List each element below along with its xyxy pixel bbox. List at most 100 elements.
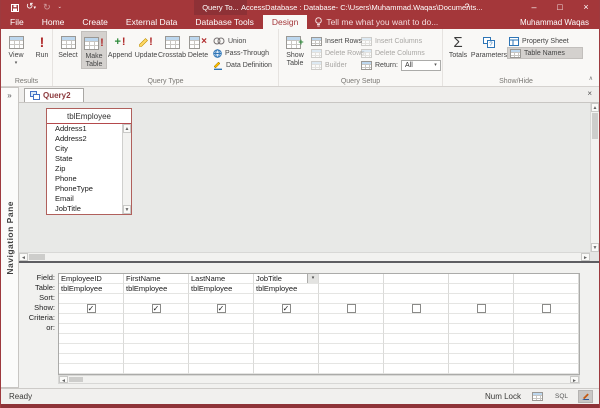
table-cell[interactable]: [319, 284, 384, 294]
scroll-down-icon[interactable]: ▼: [591, 243, 599, 252]
show-cell[interactable]: [514, 304, 579, 314]
maximize-button[interactable]: □: [547, 0, 573, 15]
empty-cell[interactable]: [384, 334, 449, 344]
account-name[interactable]: Muhammad Waqas: [520, 15, 599, 29]
tab-file[interactable]: File: [1, 15, 33, 29]
empty-cell[interactable]: [59, 354, 124, 364]
criteria-cell[interactable]: [189, 314, 254, 324]
empty-cell[interactable]: [59, 344, 124, 354]
show-checkbox[interactable]: [477, 304, 486, 313]
empty-cell[interactable]: [124, 364, 189, 374]
field-item[interactable]: Address1: [47, 124, 122, 134]
scroll-down-icon[interactable]: ▼: [123, 205, 131, 214]
empty-cell[interactable]: [124, 344, 189, 354]
field-cell-active[interactable]: JobTitle▾: [254, 274, 319, 284]
or-cell[interactable]: [59, 324, 124, 334]
run-button[interactable]: ! Run: [29, 31, 55, 60]
field-list-scrollbar[interactable]: ▲ ▼: [122, 124, 131, 214]
sql-view-button[interactable]: SQL: [554, 390, 569, 403]
empty-cell[interactable]: [254, 364, 319, 374]
or-cell[interactable]: [384, 324, 449, 334]
empty-cell[interactable]: [514, 334, 579, 344]
customize-qat-icon[interactable]: ⌄: [58, 3, 62, 12]
sort-cell[interactable]: [384, 294, 449, 304]
design-view-button[interactable]: [578, 390, 593, 403]
scroll-right-icon[interactable]: ►: [581, 253, 590, 261]
field-item[interactable]: PhoneType: [47, 184, 122, 194]
show-checkbox[interactable]: ✓: [152, 304, 161, 313]
contextual-tab-querytools[interactable]: Query To...: [194, 0, 247, 15]
empty-cell[interactable]: [254, 344, 319, 354]
crosstab-button[interactable]: Crosstab: [159, 31, 185, 60]
close-button[interactable]: ×: [573, 0, 599, 15]
field-item[interactable]: Zip: [47, 164, 122, 174]
table-cell[interactable]: tblEmployee: [124, 284, 189, 294]
view-button[interactable]: View ▾: [3, 31, 29, 66]
table-cell[interactable]: [384, 284, 449, 294]
scroll-up-icon[interactable]: ▲: [591, 103, 599, 112]
empty-cell[interactable]: [384, 364, 449, 374]
empty-cell[interactable]: [384, 354, 449, 364]
empty-cell[interactable]: [254, 334, 319, 344]
criteria-cell[interactable]: [514, 314, 579, 324]
show-cell[interactable]: ✓: [59, 304, 124, 314]
close-document-icon[interactable]: ×: [587, 89, 592, 98]
sort-cell[interactable]: [319, 294, 384, 304]
empty-cell[interactable]: [254, 354, 319, 364]
empty-cell[interactable]: [189, 354, 254, 364]
help-button[interactable]: ?: [457, 0, 477, 15]
field-cell[interactable]: FirstName: [124, 274, 189, 284]
show-checkbox[interactable]: ✓: [87, 304, 96, 313]
tab-home[interactable]: Home: [33, 15, 74, 29]
upper-pane-vertical-scrollbar[interactable]: ▲ ▼: [590, 103, 599, 252]
property-sheet-button[interactable]: Property Sheet: [507, 35, 583, 47]
minimize-button[interactable]: –: [521, 0, 547, 15]
or-cell[interactable]: [254, 324, 319, 334]
empty-cell[interactable]: [189, 364, 254, 374]
field-cell[interactable]: [319, 274, 384, 284]
undo-icon[interactable]: ↺▾: [26, 2, 36, 13]
show-checkbox[interactable]: [542, 304, 551, 313]
field-item[interactable]: State: [47, 154, 122, 164]
scroll-left-icon[interactable]: ◄: [19, 253, 28, 261]
show-checkbox[interactable]: ✓: [282, 304, 291, 313]
tab-database-tools[interactable]: Database Tools: [186, 15, 262, 29]
show-cell[interactable]: ✓: [124, 304, 189, 314]
table-card-title[interactable]: tblEmployee: [47, 109, 131, 124]
show-cell[interactable]: [449, 304, 514, 314]
empty-cell[interactable]: [124, 334, 189, 344]
empty-cell[interactable]: [319, 334, 384, 344]
totals-button[interactable]: Σ Totals: [445, 31, 471, 60]
scroll-right-icon[interactable]: ►: [570, 376, 579, 383]
table-names-button[interactable]: Table Names: [507, 47, 583, 59]
append-button[interactable]: +! Append: [107, 31, 133, 60]
empty-cell[interactable]: [59, 364, 124, 374]
return-dropdown[interactable]: All ▾: [401, 60, 441, 71]
or-cell[interactable]: [319, 324, 384, 334]
make-table-button[interactable]: ! Make Table: [81, 31, 107, 69]
empty-cell[interactable]: [124, 354, 189, 364]
field-cell[interactable]: EmployeeID: [59, 274, 124, 284]
field-cell[interactable]: [384, 274, 449, 284]
sort-cell[interactable]: [59, 294, 124, 304]
data-definition-button[interactable]: Data Definition: [211, 59, 277, 71]
field-item[interactable]: JobTitle: [47, 204, 122, 214]
sort-cell[interactable]: [124, 294, 189, 304]
empty-cell[interactable]: [59, 334, 124, 344]
scrollbar-thumb[interactable]: [69, 377, 83, 382]
table-card-tblemployee[interactable]: tblEmployee Address1 Address2 City State…: [46, 108, 132, 215]
field-cell[interactable]: [449, 274, 514, 284]
criteria-cell[interactable]: [319, 314, 384, 324]
table-cell[interactable]: [514, 284, 579, 294]
field-cell[interactable]: [514, 274, 579, 284]
tab-create[interactable]: Create: [73, 15, 117, 29]
show-checkbox[interactable]: ✓: [217, 304, 226, 313]
scroll-left-icon[interactable]: ◄: [59, 376, 68, 383]
empty-cell[interactable]: [189, 344, 254, 354]
empty-cell[interactable]: [449, 334, 514, 344]
sort-cell[interactable]: [189, 294, 254, 304]
field-dropdown-icon[interactable]: ▾: [307, 274, 318, 283]
grid-horizontal-scrollbar[interactable]: ◄ ►: [58, 375, 580, 384]
table-cell[interactable]: [449, 284, 514, 294]
or-cell[interactable]: [124, 324, 189, 334]
